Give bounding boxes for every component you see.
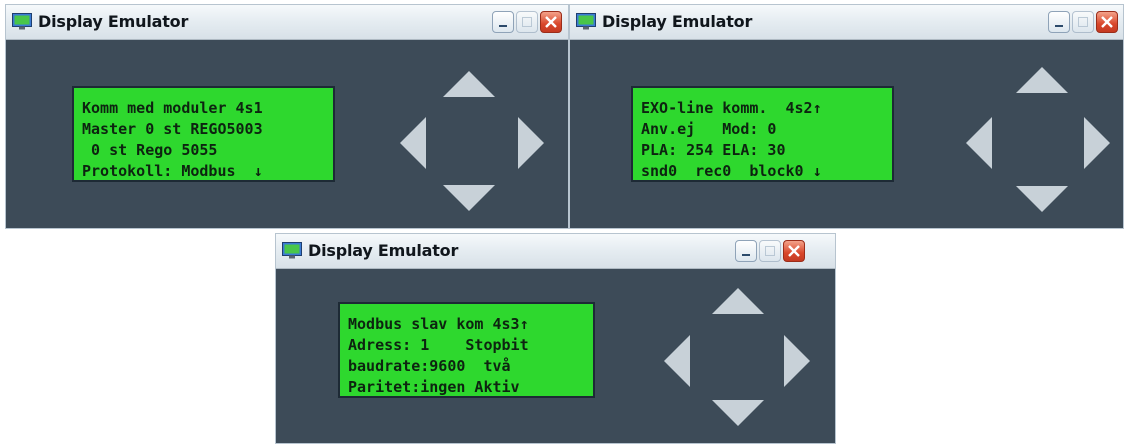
arrow-down-icon[interactable] <box>712 400 764 426</box>
arrow-right-icon[interactable] <box>518 117 544 169</box>
close-button[interactable] <box>783 240 805 262</box>
lcd-display: Modbus slav kom 4s3↑ Adress: 1 Stopbit b… <box>338 302 595 398</box>
window-title: Display Emulator <box>308 241 459 260</box>
emulator-window-3: Display Emulator Modbus slav kom 4s3↑ Ad… <box>275 233 836 444</box>
lcd-line-3: PLA: 254 ELA: 30 <box>641 141 786 159</box>
lcd-line-4: Protokoll: Modbus ↓ <box>82 162 263 180</box>
maximize-button[interactable] <box>759 240 781 262</box>
minimize-button[interactable] <box>1048 11 1070 33</box>
lcd-display: Komm med moduler 4s1 Master 0 st REGO500… <box>72 86 335 182</box>
maximize-icon <box>522 17 532 27</box>
arrow-left-icon[interactable] <box>400 117 426 169</box>
arrow-down-icon[interactable] <box>1016 186 1068 212</box>
arrow-left-icon[interactable] <box>966 117 992 169</box>
minimize-button[interactable] <box>492 11 514 33</box>
arrow-left-icon[interactable] <box>664 335 690 387</box>
lcd-line-2: Anv.ej Mod: 0 <box>641 120 777 138</box>
display-emulator-icon <box>12 13 32 30</box>
maximize-icon <box>765 246 775 256</box>
lcd-line-4: Paritet:ingen Aktiv <box>348 378 520 396</box>
arrow-right-icon[interactable] <box>784 335 810 387</box>
window-title: Display Emulator <box>38 12 189 31</box>
minimize-icon <box>1055 25 1063 27</box>
title-bar[interactable]: Display Emulator <box>6 5 568 40</box>
lcd-line-2: Adress: 1 Stopbit <box>348 336 529 354</box>
arrow-up-icon[interactable] <box>1016 67 1068 93</box>
maximize-button[interactable] <box>516 11 538 33</box>
lcd-display: EXO-line komm. 4s2↑ Anv.ej Mod: 0 PLA: 2… <box>631 86 894 182</box>
lcd-line-3: baudrate:9600 två <box>348 357 511 375</box>
close-icon <box>788 245 800 257</box>
title-bar[interactable]: Display Emulator <box>276 234 835 269</box>
lcd-line-1: EXO-line komm. 4s2↑ <box>641 99 822 117</box>
emulator-window-1: Display Emulator Komm med moduler 4s1 Ma… <box>5 4 569 229</box>
display-emulator-icon <box>282 242 302 259</box>
close-icon <box>545 16 557 28</box>
arrow-right-icon[interactable] <box>1084 117 1110 169</box>
maximize-button[interactable] <box>1072 11 1094 33</box>
title-bar[interactable]: Display Emulator <box>570 5 1123 40</box>
window-title: Display Emulator <box>602 12 753 31</box>
close-icon <box>1101 16 1113 28</box>
close-button[interactable] <box>1096 11 1118 33</box>
lcd-line-2: Master 0 st REGO5003 <box>82 120 263 138</box>
arrow-up-icon[interactable] <box>712 288 764 314</box>
arrow-down-icon[interactable] <box>443 185 495 211</box>
lcd-line-4: snd0 rec0 block0 ↓ <box>641 162 822 180</box>
emulator-window-2: Display Emulator EXO-line komm. 4s2↑ Anv… <box>569 4 1124 229</box>
display-emulator-icon <box>576 13 596 30</box>
arrow-up-icon[interactable] <box>443 71 495 97</box>
close-button[interactable] <box>540 11 562 33</box>
lcd-line-1: Komm med moduler 4s1 <box>82 99 263 117</box>
lcd-line-3: 0 st Rego 5055 <box>82 141 218 159</box>
minimize-icon <box>742 254 750 256</box>
maximize-icon <box>1078 17 1088 27</box>
minimize-icon <box>499 25 507 27</box>
minimize-button[interactable] <box>735 240 757 262</box>
lcd-line-1: Modbus slav kom 4s3↑ <box>348 315 529 333</box>
